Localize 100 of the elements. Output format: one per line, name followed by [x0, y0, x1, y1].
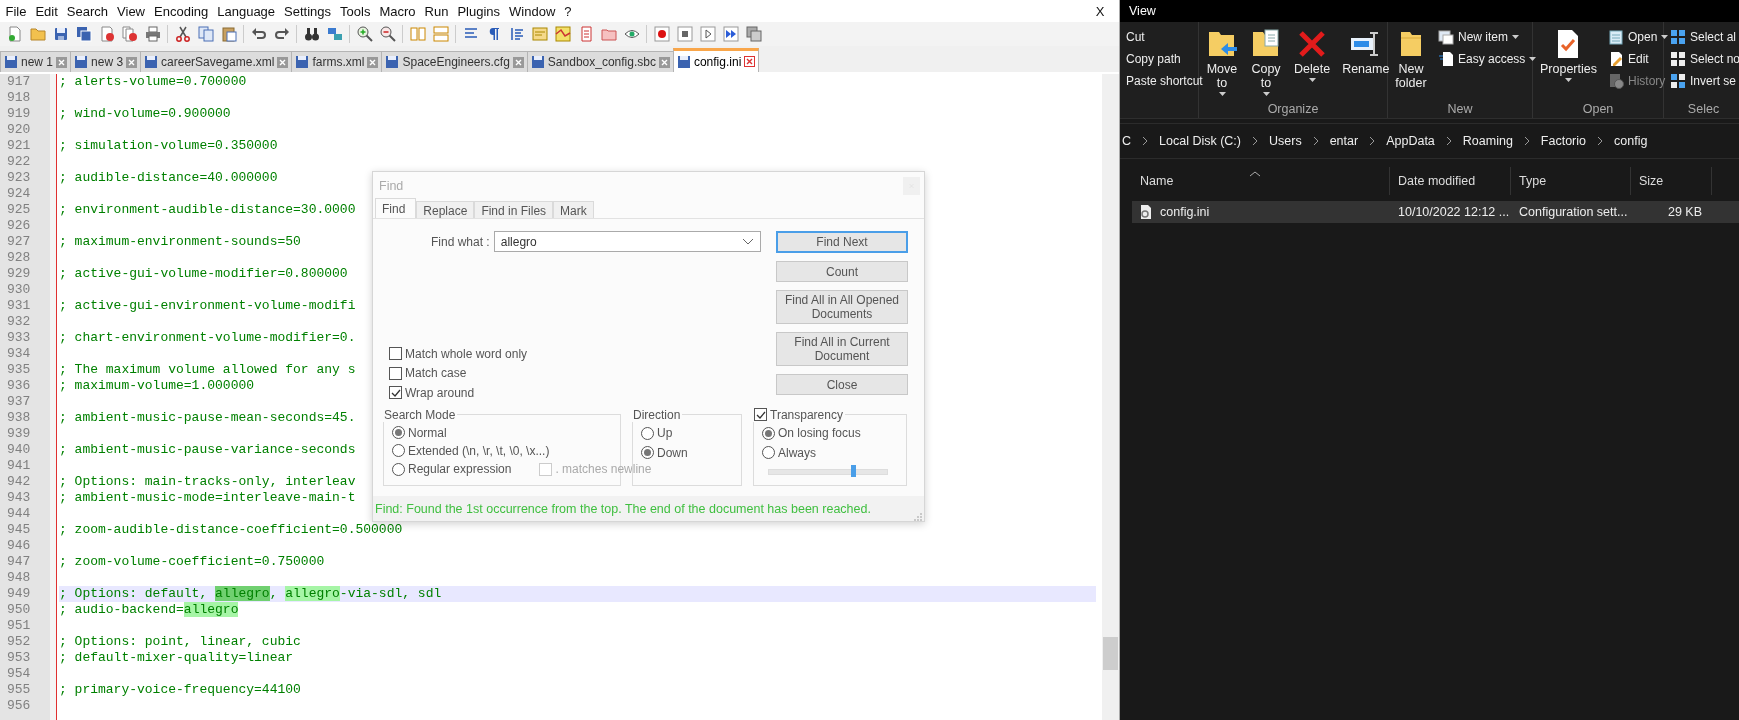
code-text: ; active-gui-volume-modifier=0.800000 — [59, 266, 348, 281]
menu-item[interactable]: Window — [504, 2, 560, 20]
window-close-button[interactable]: X — [1091, 2, 1109, 20]
ribbon-button[interactable]: Invert se — [1668, 71, 1739, 90]
dialog-button[interactable]: Count — [776, 261, 908, 282]
group-label: New — [1447, 102, 1473, 117]
ribbon-button[interactable]: New folder — [1392, 26, 1430, 101]
menu-item[interactable]: Language — [212, 2, 280, 20]
file-tab[interactable]: SpaceEngineers.cfg — [381, 51, 528, 72]
code-text: ; ambient-music-pause-variance-seconds — [59, 442, 356, 457]
ribbon-button[interactable]: New item — [1436, 27, 1539, 46]
line-number: 942 — [6, 474, 32, 490]
menu-item[interactable]: Edit — [30, 2, 63, 20]
menu-item[interactable]: View — [112, 2, 150, 20]
ribbon-button[interactable]: Select al — [1668, 27, 1739, 46]
file-tab[interactable]: Sandbox_config.sbc — [526, 51, 674, 72]
ribbon-button[interactable]: Easy access — [1436, 49, 1539, 68]
line-number: 929 — [6, 266, 32, 282]
file-tab[interactable]: farms.xml — [291, 51, 383, 72]
line-number: 939 — [6, 426, 32, 442]
line-number: 956 — [6, 698, 32, 714]
radio-label: Down — [657, 445, 688, 460]
search-field[interactable]: allegro — [493, 231, 761, 252]
code-text: ; simulation-volume=0.350000 — [59, 138, 278, 153]
breadcrumb[interactable]: C — [1120, 134, 1134, 148]
line-number: 936 — [6, 378, 32, 394]
checkbox-label: Transparency — [770, 407, 843, 422]
file-tab[interactable]: new 3 — [70, 51, 142, 72]
ribbon-button[interactable]: Select no — [1668, 49, 1739, 68]
breadcrumb[interactable]: Users — [1267, 134, 1304, 148]
dialog-button[interactable]: Find All in All Opened Documents — [776, 290, 908, 324]
breadcrumb[interactable]: entar — [1327, 134, 1361, 148]
checkbox-label: Match whole word only — [405, 346, 528, 361]
ribbon-button[interactable]: Cut — [1124, 27, 1205, 46]
dialog-tab[interactable]: Find — [375, 198, 417, 218]
menu-item[interactable]: Search — [62, 2, 113, 20]
line-number: 933 — [6, 330, 32, 346]
line-number: 921 — [6, 138, 32, 154]
file-name: config.ini — [1160, 205, 1210, 219]
dialog-button[interactable]: Close — [776, 374, 908, 395]
column-header[interactable]: Name — [1132, 167, 1390, 195]
line-number: 949 — [6, 586, 32, 602]
file-tab[interactable]: config.ini — [672, 48, 760, 72]
table-cell-text: 10/10/2022 12:12 ... — [1397, 205, 1511, 219]
line-number: 917 — [6, 74, 32, 90]
menu-item[interactable]: Encoding — [149, 2, 213, 20]
ribbon-button[interactable]: Open — [1606, 27, 1671, 46]
dialog-tab[interactable]: Replace — [416, 201, 475, 219]
line-number: 938 — [6, 410, 32, 426]
menu-item[interactable]: ? — [559, 2, 577, 20]
ribbon-button[interactable]: Paste shortcut — [1124, 71, 1205, 90]
menu-item[interactable]: File — [1, 2, 31, 20]
menu-item[interactable]: Settings — [279, 2, 336, 20]
line-number: 935 — [6, 362, 32, 378]
table-cell-text: 29 KB — [1666, 205, 1703, 219]
code-text: ; wind-volume=0.900000 — [59, 106, 231, 121]
line-number: 952 — [6, 634, 32, 650]
ribbon-button[interactable]: Edit — [1606, 49, 1671, 68]
ribbon-tab[interactable]: View — [1123, 3, 1162, 19]
breadcrumb[interactable]: Factorio — [1538, 134, 1588, 148]
line-number: 924 — [6, 186, 32, 202]
dialog-tab[interactable]: Find in Files — [474, 201, 554, 219]
menu-item[interactable]: Plugins — [452, 2, 505, 20]
table-cell-text: Configuration sett... — [1518, 205, 1629, 219]
column-header[interactable]: Type — [1511, 167, 1631, 195]
file-tab[interactable]: careerSavegame.xml — [140, 51, 293, 72]
file-row[interactable]: config.ini 10/10/2022 12:12 ... Configuration sett... 29 KB — [1132, 201, 1739, 223]
dialog-tab[interactable]: Mark — [553, 201, 594, 219]
breadcrumb[interactable]: Local Disk (C:) — [1157, 134, 1243, 148]
dialog-button[interactable]: Find All in Current Document — [776, 332, 908, 366]
code-text: ; audio-backend= — [59, 602, 184, 617]
column-header[interactable]: Date modified — [1390, 167, 1511, 195]
radio-label: Normal — [408, 425, 447, 440]
breadcrumb[interactable]: AppData — [1384, 134, 1437, 148]
menu-item[interactable]: Run — [420, 2, 453, 20]
line-number: 919 — [6, 106, 32, 122]
breadcrumb[interactable]: config — [1612, 134, 1650, 148]
code-text: ; Options: point, linear, cubic — [59, 634, 301, 649]
ribbon-button[interactable]: Copy to — [1247, 26, 1285, 101]
breadcrumb[interactable]: Roaming — [1460, 134, 1515, 148]
group-label: Organize — [1267, 102, 1319, 117]
ribbon-button[interactable]: Properties — [1537, 26, 1600, 101]
column-header[interactable]: Size — [1631, 167, 1712, 195]
ribbon-button[interactable]: Copy path — [1124, 49, 1205, 68]
line-number: 947 — [6, 554, 32, 570]
ribbon-button[interactable]: Move to — [1203, 26, 1241, 101]
line-number: 923 — [6, 170, 32, 186]
ribbon-button[interactable]: Delete — [1291, 26, 1334, 101]
ribbon-button[interactable]: Rename — [1339, 26, 1393, 101]
line-number: 940 — [6, 442, 32, 458]
search-match: allegro — [183, 602, 239, 617]
menu-item[interactable]: Macro — [374, 2, 421, 20]
menu-item[interactable]: Tools — [335, 2, 375, 20]
file-tab[interactable]: new 1 — [0, 51, 72, 72]
dialog-button[interactable]: Find Next — [776, 231, 908, 253]
code-text: ; environment-audible-distance=30.0000 — [59, 202, 356, 217]
line-number: 931 — [6, 298, 32, 314]
code-text: ; audible-distance=40.000000 — [59, 170, 278, 185]
line-number: 920 — [6, 122, 32, 138]
code-text: ; Options: main-tracks-only, interleav — [59, 474, 356, 489]
